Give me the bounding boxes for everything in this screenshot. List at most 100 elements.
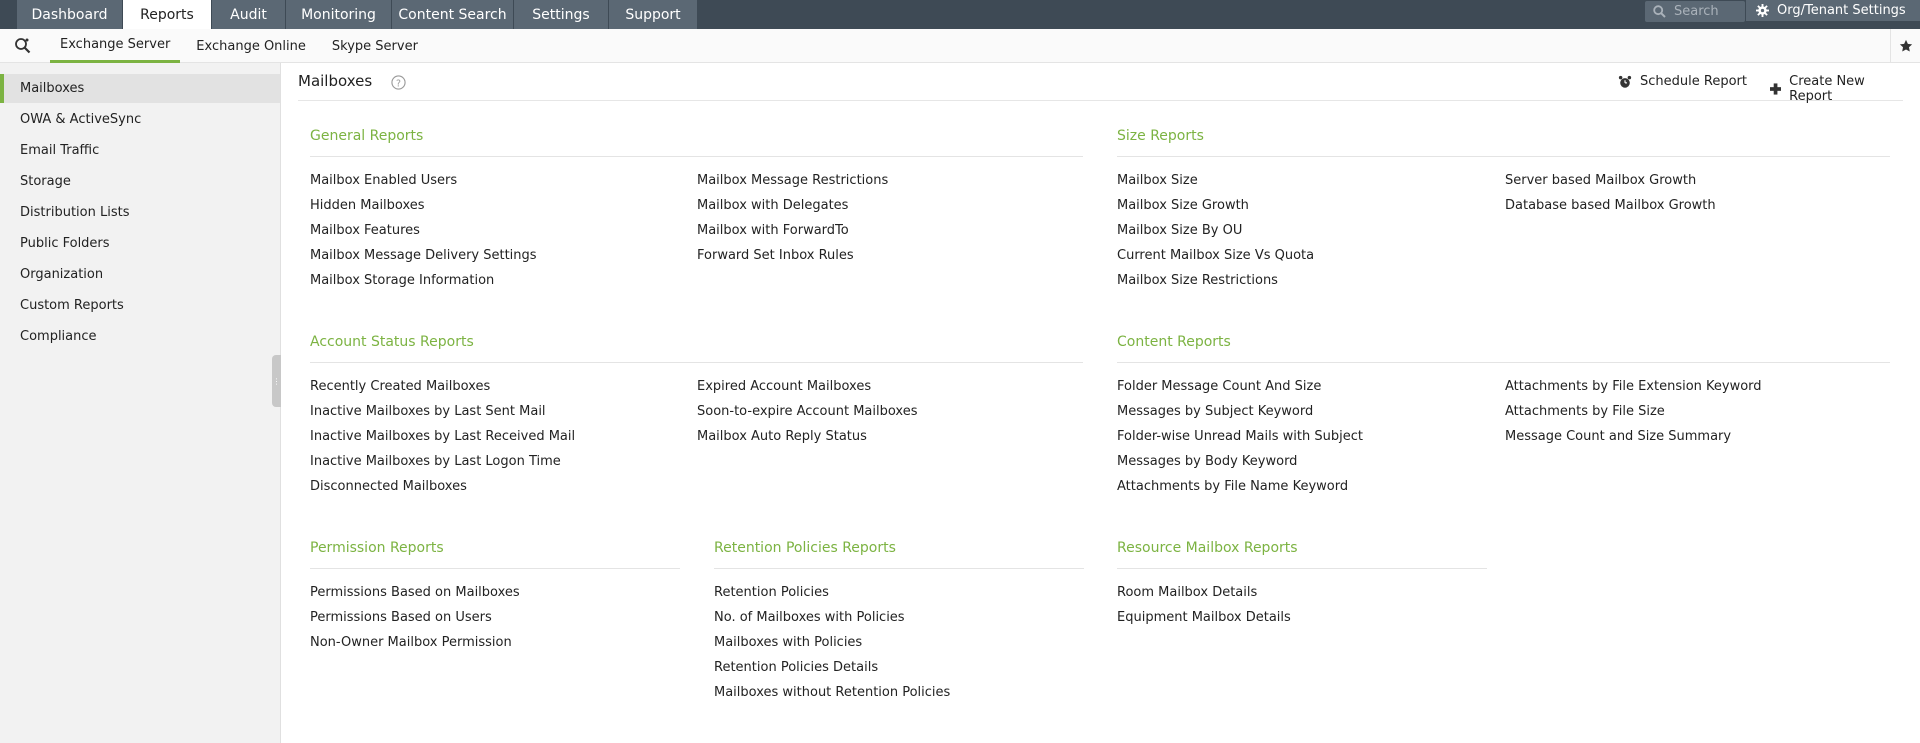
- report-link[interactable]: Mailbox Features: [310, 223, 420, 238]
- search-icon: [1653, 5, 1666, 18]
- report-link[interactable]: Mailbox Size Growth: [1117, 198, 1249, 213]
- sidebar-item-storage[interactable]: Storage: [0, 167, 280, 196]
- main-content: Mailboxes ? Schedule Report Create New R…: [282, 63, 1920, 743]
- report-link[interactable]: Mailbox Size By OU: [1117, 223, 1242, 238]
- section-divider: [310, 362, 1083, 363]
- report-link[interactable]: Message Count and Size Summary: [1505, 429, 1731, 444]
- report-link[interactable]: Database based Mailbox Growth: [1505, 198, 1716, 213]
- sidebar-item-public-folders[interactable]: Public Folders: [0, 229, 280, 258]
- sidebar-item-email-traffic[interactable]: Email Traffic: [0, 136, 280, 165]
- report-link[interactable]: No. of Mailboxes with Policies: [714, 610, 905, 625]
- sidebar-item-mailboxes[interactable]: Mailboxes: [0, 74, 280, 103]
- report-link[interactable]: Soon-to-expire Account Mailboxes: [697, 404, 918, 419]
- section-divider: [1117, 362, 1890, 363]
- report-link[interactable]: Equipment Mailbox Details: [1117, 610, 1291, 625]
- section-divider: [1117, 156, 1890, 157]
- collapse-dots-icon: ⋮: [272, 376, 281, 386]
- report-link[interactable]: Mailbox Message Delivery Settings: [310, 248, 537, 263]
- tab-audit[interactable]: Audit: [212, 0, 286, 29]
- report-link[interactable]: Inactive Mailboxes by Last Sent Mail: [310, 404, 546, 419]
- report-link[interactable]: Retention Policies Details: [714, 660, 878, 675]
- report-link[interactable]: Mailbox Size: [1117, 173, 1198, 188]
- report-link[interactable]: Non-Owner Mailbox Permission: [310, 635, 512, 650]
- create-new-report-label: Create New Report: [1789, 74, 1865, 104]
- report-link[interactable]: Retention Policies: [714, 585, 829, 600]
- report-link[interactable]: Mailbox Enabled Users: [310, 173, 457, 188]
- main-tabs: Dashboard Reports Audit Monitoring Conte…: [17, 0, 698, 29]
- tab-monitoring[interactable]: Monitoring: [286, 0, 392, 29]
- section-title-size: Size Reports: [1117, 128, 1204, 144]
- report-link[interactable]: Folder-wise Unread Mails with Subject: [1117, 429, 1363, 444]
- sidebar-item-compliance[interactable]: Compliance: [0, 322, 280, 351]
- gear-icon: [1756, 4, 1769, 17]
- report-link[interactable]: Mailboxes with Policies: [714, 635, 862, 650]
- report-link[interactable]: Messages by Body Keyword: [1117, 454, 1297, 469]
- sidebar-item-custom-reports[interactable]: Custom Reports: [0, 291, 280, 320]
- tab-dashboard[interactable]: Dashboard: [17, 0, 123, 29]
- subtab-skype-server[interactable]: Skype Server: [322, 29, 428, 63]
- global-search[interactable]: [1645, 1, 1745, 22]
- alarm-clock-icon: [1618, 75, 1632, 88]
- report-link[interactable]: Current Mailbox Size Vs Quota: [1117, 248, 1314, 263]
- report-link[interactable]: Attachments by File Extension Keyword: [1505, 379, 1762, 394]
- report-link[interactable]: Mailbox with ForwardTo: [697, 223, 849, 238]
- report-link[interactable]: Mailbox Message Restrictions: [697, 173, 888, 188]
- favorites-button[interactable]: [1890, 29, 1920, 63]
- report-link[interactable]: Attachments by File Size: [1505, 404, 1665, 419]
- tab-support[interactable]: Support: [609, 0, 698, 29]
- sidebar-item-organization[interactable]: Organization: [0, 260, 280, 289]
- report-link[interactable]: Attachments by File Name Keyword: [1117, 479, 1348, 494]
- star-icon: [1899, 39, 1912, 52]
- svg-text:?: ?: [396, 78, 401, 89]
- report-link[interactable]: Expired Account Mailboxes: [697, 379, 871, 394]
- subtab-exchange-online[interactable]: Exchange Online: [186, 29, 316, 63]
- report-link[interactable]: Messages by Subject Keyword: [1117, 404, 1313, 419]
- report-link[interactable]: Mailbox Size Restrictions: [1117, 273, 1278, 288]
- section-divider: [714, 568, 1084, 569]
- report-link[interactable]: Mailboxes without Retention Policies: [714, 685, 950, 700]
- sidebar-item-owa-activesync[interactable]: OWA & ActiveSync: [0, 105, 280, 134]
- report-link[interactable]: Folder Message Count And Size: [1117, 379, 1321, 394]
- report-link[interactable]: Disconnected Mailboxes: [310, 479, 467, 494]
- report-link[interactable]: Mailbox Storage Information: [310, 273, 494, 288]
- create-new-report-button[interactable]: Create New Report: [1770, 74, 1903, 104]
- report-link[interactable]: Room Mailbox Details: [1117, 585, 1257, 600]
- report-link[interactable]: Permissions Based on Mailboxes: [310, 585, 520, 600]
- sidebar-item-distribution-lists[interactable]: Distribution Lists: [0, 198, 280, 227]
- schedule-report-button[interactable]: Schedule Report: [1618, 74, 1747, 89]
- report-link[interactable]: Recently Created Mailboxes: [310, 379, 490, 394]
- tab-content-search[interactable]: Content Search: [392, 0, 514, 29]
- help-icon[interactable]: ?: [391, 75, 406, 90]
- plus-icon: [1770, 83, 1782, 95]
- report-link[interactable]: Inactive Mailboxes by Last Received Mail: [310, 429, 575, 444]
- report-link[interactable]: Mailbox Auto Reply Status: [697, 429, 867, 444]
- report-link[interactable]: Inactive Mailboxes by Last Logon Time: [310, 454, 561, 469]
- magnifier-icon[interactable]: [14, 37, 31, 54]
- section-title-account-status: Account Status Reports: [310, 334, 474, 350]
- report-link[interactable]: Forward Set Inbox Rules: [697, 248, 854, 263]
- subtab-exchange-server[interactable]: Exchange Server: [50, 29, 181, 63]
- section-divider: [1117, 568, 1487, 569]
- sidebar-collapse-handle[interactable]: ⋮: [272, 355, 281, 407]
- tab-reports[interactable]: Reports: [123, 0, 212, 29]
- org-tenant-settings-label: Org/Tenant Settings: [1777, 3, 1906, 18]
- topbar-lead: [0, 0, 17, 29]
- section-divider: [310, 568, 680, 569]
- org-tenant-settings-button[interactable]: Org/Tenant Settings: [1745, 0, 1920, 21]
- schedule-report-label: Schedule Report: [1640, 74, 1747, 89]
- sidebar: Mailboxes OWA & ActiveSync Email Traffic…: [0, 63, 281, 743]
- section-title-permission: Permission Reports: [310, 540, 444, 556]
- section-title-content: Content Reports: [1117, 334, 1231, 350]
- sub-tabs: Exchange Server Exchange Online Skype Se…: [50, 29, 434, 63]
- tab-settings[interactable]: Settings: [514, 0, 609, 29]
- page-title: Mailboxes: [298, 72, 373, 90]
- section-title-resource: Resource Mailbox Reports: [1117, 540, 1298, 556]
- section-title-retention: Retention Policies Reports: [714, 540, 896, 556]
- report-link[interactable]: Server based Mailbox Growth: [1505, 173, 1696, 188]
- report-link[interactable]: Mailbox with Delegates: [697, 198, 848, 213]
- global-search-input[interactable]: [1674, 4, 1734, 19]
- page-header: Mailboxes ? Schedule Report Create New R…: [298, 63, 1903, 104]
- report-link[interactable]: Hidden Mailboxes: [310, 198, 425, 213]
- report-link[interactable]: Permissions Based on Users: [310, 610, 492, 625]
- section-divider: [310, 156, 1083, 157]
